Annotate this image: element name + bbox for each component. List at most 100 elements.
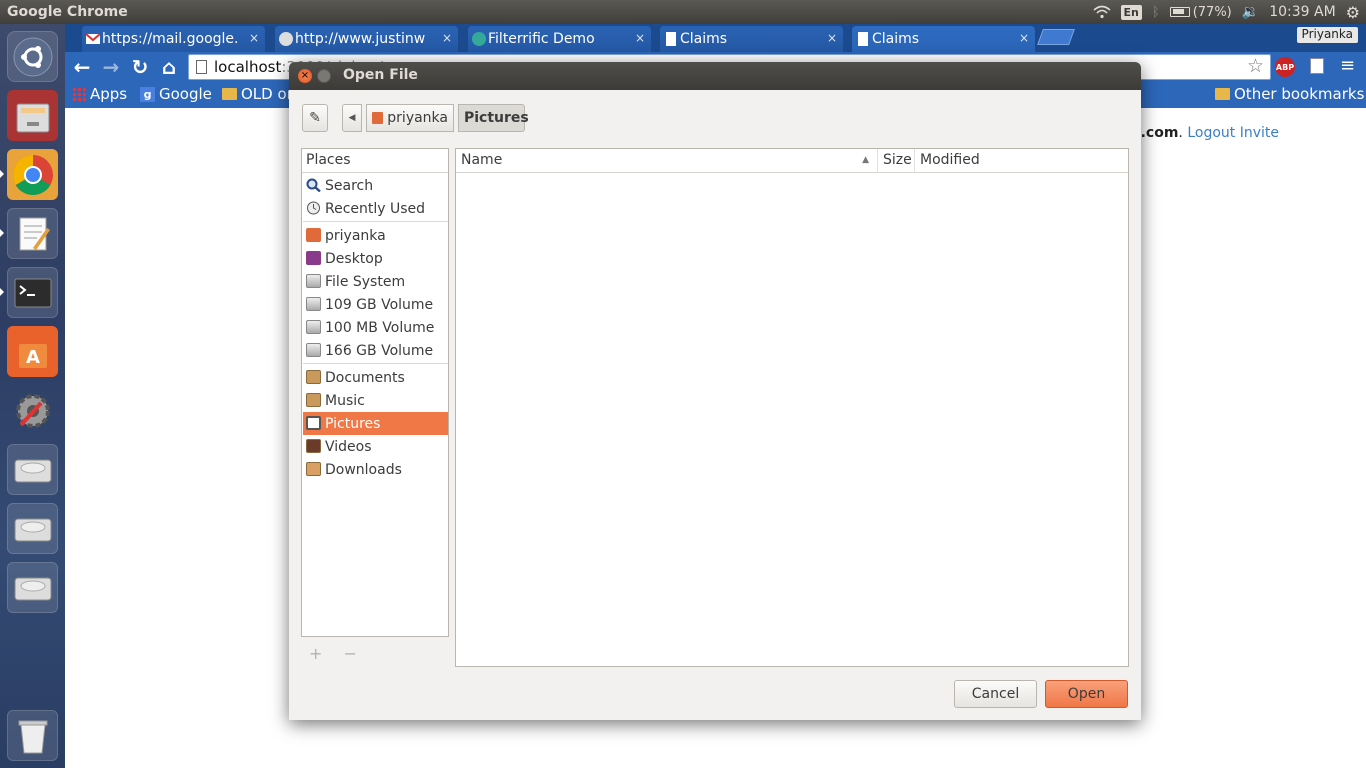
breadcrumb-pictures[interactable]: Pictures — [458, 104, 529, 132]
page-icon — [666, 32, 676, 46]
place-166gb-volume[interactable]: 166 GB Volume — [303, 339, 448, 362]
tab-claims-1[interactable]: Claims × — [660, 26, 843, 52]
chrome-menu-icon[interactable]: ≡ — [1340, 55, 1355, 76]
forward-arrow-icon[interactable]: → — [100, 55, 122, 79]
other-bookmarks[interactable]: Other bookmarks — [1215, 85, 1364, 103]
launcher-drive-3[interactable] — [7, 562, 58, 613]
reload-icon[interactable]: ↻ — [129, 55, 151, 79]
new-tab-button[interactable] — [1037, 29, 1075, 45]
svg-text:A: A — [26, 347, 40, 368]
extension-icon[interactable] — [1310, 58, 1324, 74]
trash-icon — [18, 720, 47, 753]
tab-close-icon[interactable]: × — [249, 31, 259, 45]
type-location-button[interactable]: ✎ — [302, 104, 328, 132]
column-size[interactable]: Size — [878, 149, 915, 172]
dialog-titlebar[interactable]: × Open File — [289, 62, 1141, 90]
place-documents[interactable]: Documents — [303, 366, 448, 389]
bookmark-old[interactable]: OLD or — [222, 85, 293, 103]
place-pictures[interactable]: Pictures — [303, 412, 448, 435]
bookmark-star-icon[interactable]: ☆ — [1247, 55, 1264, 77]
running-indicator — [0, 170, 4, 178]
music-folder-icon — [306, 393, 321, 407]
battery-icon — [1169, 7, 1190, 17]
column-name[interactable]: Name ▲ — [456, 149, 878, 172]
tab-justinw[interactable]: http://www.justinw × — [275, 26, 458, 52]
volume-icon[interactable]: 🔉 — [1242, 4, 1259, 20]
tab-close-icon[interactable]: × — [442, 31, 452, 45]
dash-home-button[interactable] — [7, 31, 58, 82]
github-icon — [279, 32, 293, 46]
hard-drive-icon — [14, 577, 51, 600]
launcher-drive-2[interactable] — [7, 503, 58, 554]
launcher-system-settings[interactable] — [7, 385, 58, 436]
downloads-folder-icon — [306, 462, 321, 476]
profile-button[interactable]: Priyanka — [1296, 27, 1358, 43]
invite-link[interactable]: Invite — [1240, 125, 1279, 141]
user-bar: il.com. Logout Invite — [1131, 125, 1279, 141]
place-file-system[interactable]: File System — [303, 270, 448, 293]
top-panel: Google Chrome En ᛒ (77%) 🔉 10:39 AM ⚙ — [0, 0, 1366, 24]
wifi-icon[interactable] — [1093, 5, 1111, 19]
place-music[interactable]: Music — [303, 389, 448, 412]
place-search[interactable]: Search — [303, 174, 448, 197]
place-recently-used[interactable]: Recently Used — [303, 197, 448, 220]
open-button[interactable]: Open — [1045, 680, 1128, 708]
launcher-drive-1[interactable] — [7, 444, 58, 495]
tab-filterrific[interactable]: Filterrific Demo × — [468, 26, 651, 52]
battery-indicator[interactable]: (77%) — [1169, 5, 1232, 20]
tab-close-icon[interactable]: × — [635, 31, 645, 45]
place-desktop[interactable]: Desktop — [303, 247, 448, 270]
terminal-icon — [14, 278, 51, 307]
launcher-trash[interactable] — [7, 710, 58, 761]
videos-folder-icon — [306, 439, 321, 453]
indicator-area: En ᛒ (77%) 🔉 10:39 AM ⚙ — [1093, 0, 1360, 24]
launcher-text-editor[interactable] — [7, 208, 58, 259]
dialog-minimize-icon[interactable] — [317, 69, 331, 83]
back-arrow-icon[interactable]: ← — [71, 55, 93, 79]
add-bookmark-button[interactable]: + — [309, 644, 322, 663]
home-icon[interactable]: ⌂ — [158, 55, 180, 79]
home-folder-icon — [306, 228, 321, 242]
drive-icon — [306, 274, 321, 288]
text-editor-icon — [19, 217, 50, 250]
tab-gmail[interactable]: https://mail.google. × — [82, 26, 265, 52]
place-downloads[interactable]: Downloads — [303, 458, 448, 481]
launcher-files[interactable] — [7, 90, 58, 141]
keyboard-layout-indicator[interactable]: En — [1120, 4, 1142, 20]
bookmark-apps[interactable]: Apps — [72, 85, 127, 103]
drive-icon — [306, 320, 321, 334]
open-file-dialog: × Open File ✎ ◀ priyanka Pictures Places… — [289, 62, 1141, 720]
tab-close-icon[interactable]: × — [827, 31, 837, 45]
dialog-close-icon[interactable]: × — [298, 69, 312, 83]
cancel-button[interactable]: Cancel — [954, 680, 1037, 708]
bluetooth-icon[interactable]: ᛒ — [1152, 5, 1160, 20]
tab-claims-2[interactable]: Claims × — [852, 26, 1035, 52]
pictures-folder-icon — [306, 416, 321, 430]
place-priyanka[interactable]: priyanka — [303, 224, 448, 247]
place-109gb-volume[interactable]: 109 GB Volume — [303, 293, 448, 316]
tab-title: Claims — [872, 31, 920, 47]
place-videos[interactable]: Videos — [303, 435, 448, 458]
path-back-button[interactable]: ◀ — [342, 104, 362, 132]
launcher-chrome[interactable] — [7, 149, 58, 200]
logout-link[interactable]: Logout — [1187, 125, 1235, 141]
session-gear-icon[interactable]: ⚙ — [1346, 3, 1360, 22]
launcher-software-center[interactable]: A — [7, 326, 58, 377]
bookmark-google[interactable]: g Google — [140, 85, 212, 103]
column-modified[interactable]: Modified — [915, 149, 1128, 172]
tab-close-icon[interactable]: × — [1019, 31, 1029, 45]
bookmark-buttons: + − — [309, 644, 373, 663]
breadcrumb-priyanka[interactable]: priyanka — [366, 104, 454, 132]
adblock-plus-icon[interactable]: ABP — [1275, 57, 1295, 77]
tab-title: https://mail.google. — [102, 31, 239, 47]
hard-drive-icon — [14, 518, 51, 541]
chrome-icon — [12, 154, 53, 195]
clock[interactable]: 10:39 AM — [1269, 4, 1335, 20]
place-100mb-volume[interactable]: 100 MB Volume — [303, 316, 448, 339]
launcher-terminal[interactable] — [7, 267, 58, 318]
places-separator — [303, 363, 448, 364]
file-list[interactable]: Name ▲ Size Modified — [455, 148, 1129, 667]
pencil-icon: ✎ — [309, 110, 321, 126]
file-cabinet-icon — [16, 103, 49, 132]
remove-bookmark-button[interactable]: − — [344, 644, 357, 663]
